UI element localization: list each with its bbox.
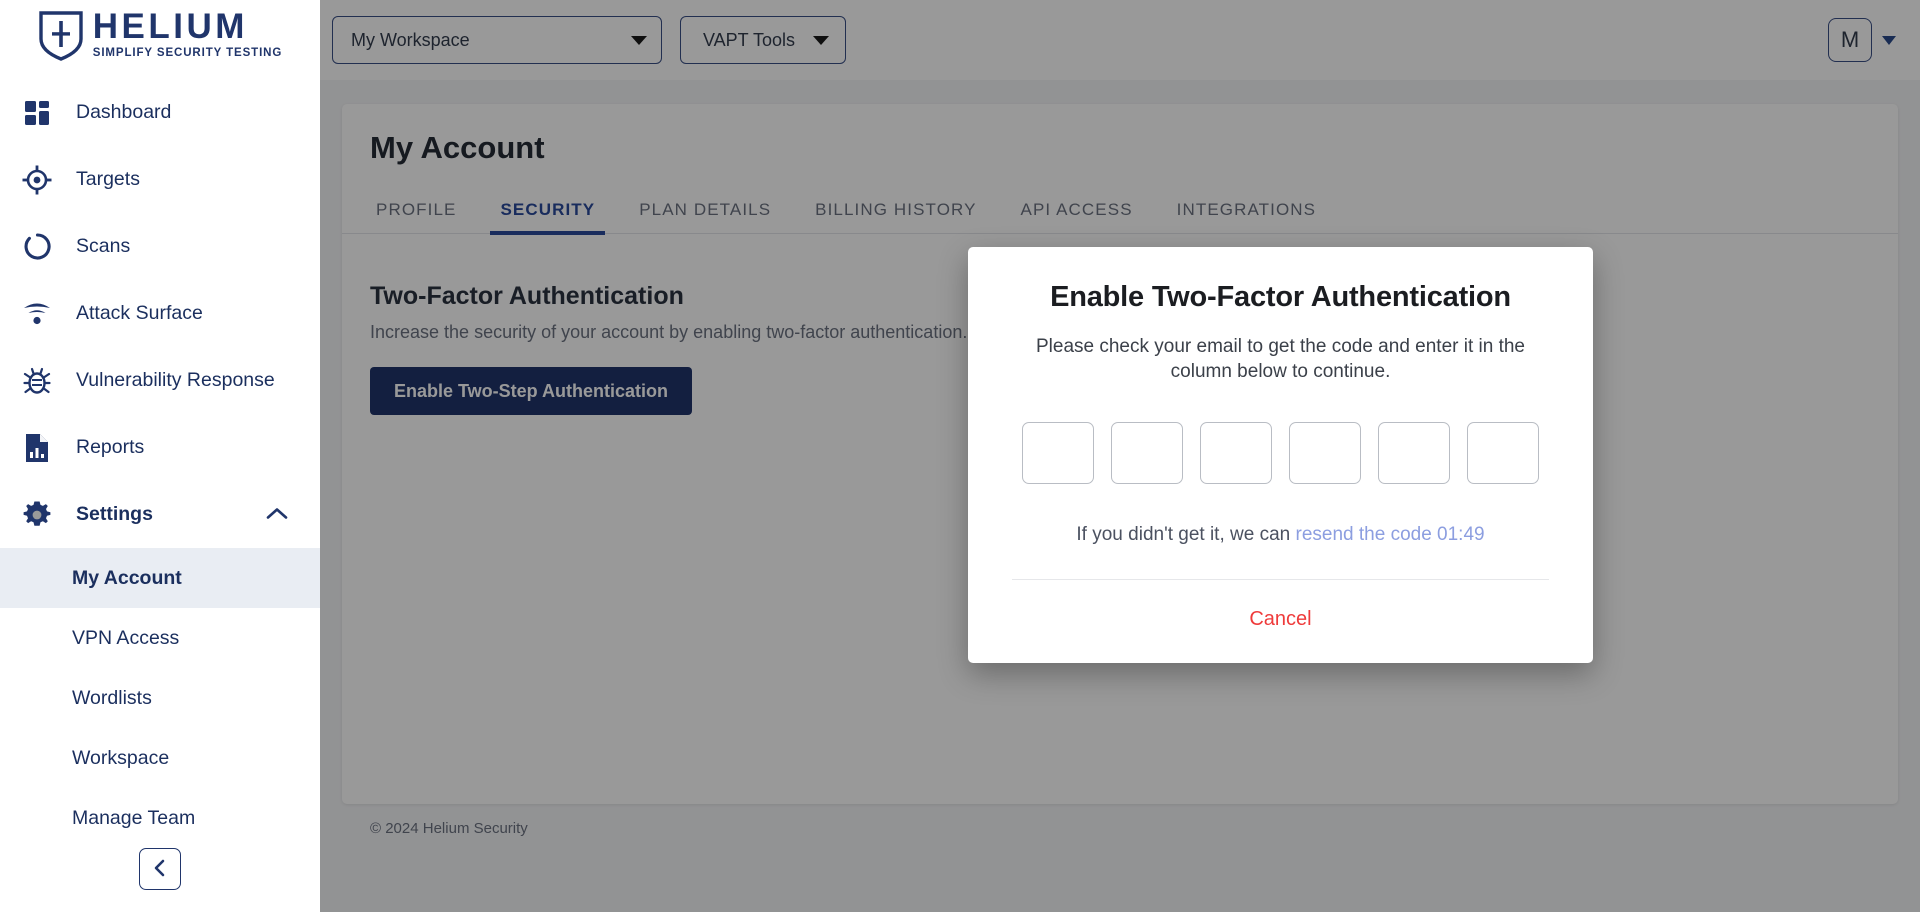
brand-name: HELIUM — [92, 7, 248, 47]
sidebar-collapse-button[interactable] — [139, 848, 181, 890]
chevron-left-icon — [152, 859, 168, 880]
sidebar-item-dashboard[interactable]: Dashboard — [0, 79, 320, 146]
sidebar-nav: Dashboard Targets Scans Attack Surface V… — [0, 79, 320, 848]
sidebar-item-label: Reports — [76, 436, 145, 458]
enable-two-factor-modal: Enable Two-Factor Authentication Please … — [968, 247, 1593, 664]
otp-digit-2[interactable] — [1111, 422, 1183, 485]
resend-line: If you didn't get it, we can resend the … — [1012, 524, 1549, 546]
target-crosshair-icon — [20, 163, 54, 197]
otp-input-group — [1012, 422, 1549, 485]
sidebar-item-label: Dashboard — [76, 101, 172, 123]
app-root: HELIUM SIMPLIFY SECURITY TESTING Dashboa… — [0, 0, 1920, 912]
sidebar-item-wordlists[interactable]: Wordlists — [0, 668, 320, 728]
otp-digit-6[interactable] — [1467, 422, 1539, 485]
sidebar-subitem-label: Manage Team — [72, 806, 196, 829]
sidebar-item-label: Targets — [76, 168, 140, 190]
sidebar-item-reports[interactable]: Reports — [0, 414, 320, 481]
scan-circle-icon — [20, 230, 54, 264]
sidebar-item-label: Attack Surface — [76, 302, 203, 324]
sidebar-subitem-label: VPN Access — [72, 626, 180, 649]
modal-title: Enable Two-Factor Authentication — [1050, 281, 1511, 313]
resend-code-link[interactable]: resend the code 01:49 — [1296, 524, 1485, 545]
sidebar-item-attack-surface[interactable]: Attack Surface — [0, 280, 320, 347]
otp-digit-5[interactable] — [1378, 422, 1450, 485]
sidebar-item-my-account[interactable]: My Account — [0, 548, 320, 608]
sidebar-item-targets[interactable]: Targets — [0, 146, 320, 213]
sidebar-item-label: Settings — [76, 503, 153, 525]
wifi-signal-icon — [20, 297, 54, 331]
modal-description: Please check your email to get the code … — [1035, 336, 1526, 383]
sidebar-item-label: Scans — [76, 235, 131, 257]
brand-logo[interactable]: HELIUM SIMPLIFY SECURITY TESTING — [0, 0, 320, 63]
chevron-up-icon[interactable] — [266, 503, 288, 526]
gear-icon — [20, 498, 54, 532]
sidebar-collapse-wrap — [0, 848, 320, 912]
sidebar-item-scans[interactable]: Scans — [0, 213, 320, 280]
otp-digit-1[interactable] — [1022, 422, 1094, 485]
sidebar-item-vulnerability-response[interactable]: Vulnerability Response — [0, 347, 320, 414]
sidebar-item-vpn-access[interactable]: VPN Access — [0, 608, 320, 668]
sidebar-item-label: Vulnerability Response — [76, 369, 275, 391]
sidebar-subitem-label: Wordlists — [72, 686, 152, 709]
bug-icon — [20, 364, 54, 398]
sidebar: HELIUM SIMPLIFY SECURITY TESTING Dashboa… — [0, 0, 320, 912]
dashboard-grid-icon — [20, 96, 54, 130]
sidebar-item-workspace[interactable]: Workspace — [0, 728, 320, 788]
otp-digit-4[interactable] — [1289, 422, 1361, 485]
sidebar-subitem-label: Workspace — [72, 746, 170, 769]
shield-icon — [39, 10, 83, 61]
sidebar-item-manage-team[interactable]: Manage Team — [0, 788, 320, 848]
brand-tagline: SIMPLIFY SECURITY TESTING — [92, 47, 283, 60]
otp-digit-3[interactable] — [1200, 422, 1272, 485]
cancel-button[interactable]: Cancel — [1012, 580, 1549, 663]
resend-prefix-text: If you didn't get it, we can — [1076, 524, 1296, 546]
sidebar-item-settings[interactable]: Settings — [0, 481, 320, 548]
report-document-icon — [20, 431, 54, 465]
modal-overlay[interactable]: Enable Two-Factor Authentication Please … — [320, 0, 1920, 912]
sidebar-subitem-label: My Account — [72, 566, 182, 589]
main-area: My Workspace VAPT Tools M My Account PRO… — [320, 0, 1920, 912]
